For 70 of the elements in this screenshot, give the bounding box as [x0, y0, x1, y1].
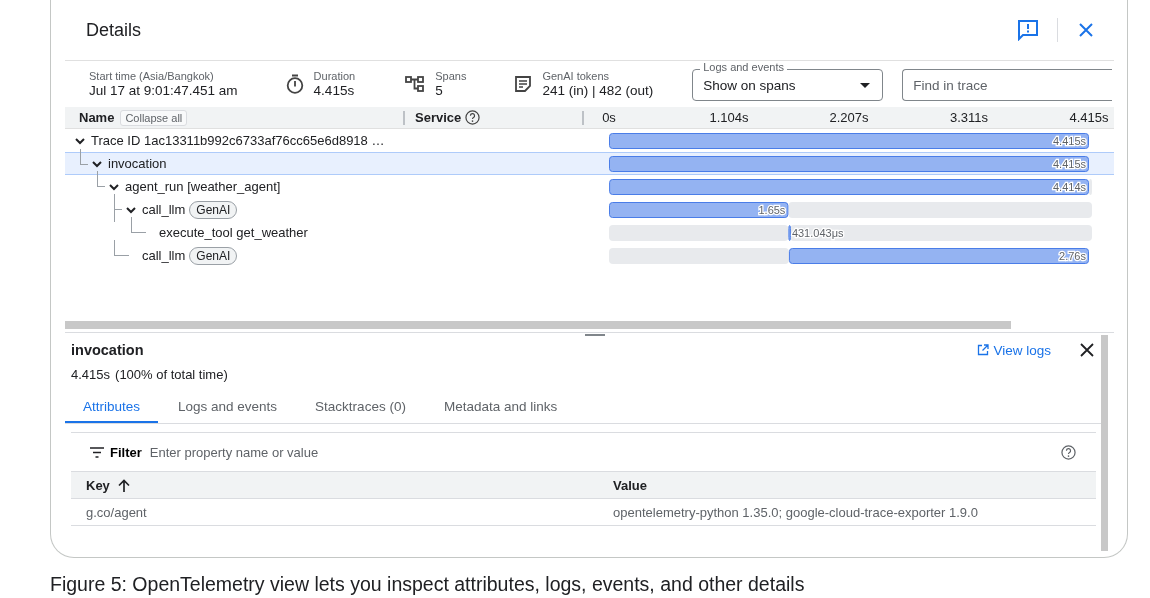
duration-label: 4.415s	[1052, 135, 1086, 147]
tree-line	[131, 217, 146, 233]
help-icon[interactable]	[465, 110, 481, 125]
vertical-scrollbar[interactable]	[1101, 335, 1108, 551]
tree-line	[80, 149, 88, 165]
filter-icon	[90, 446, 104, 458]
duration-label: 4.414s	[1052, 181, 1086, 193]
collapse-all-button[interactable]: Collapse all	[120, 109, 188, 126]
external-link-icon	[977, 344, 990, 356]
table-cell: opentelemetry-python 1.35.0; google-cloud-trace-exporter 1.9.0	[613, 504, 978, 520]
axis-tick-label: 4.415s	[1069, 110, 1109, 125]
span-bar[interactable]	[609, 179, 1089, 195]
span-tag: GenAI	[189, 200, 238, 219]
span-name[interactable]: Trace ID 1ac13311b992c6733af76cc65e6d8918 …	[91, 133, 385, 148]
axis-tick-label: 1.104s	[709, 110, 749, 125]
span-name[interactable]: call_llm	[142, 202, 186, 217]
span-tag: GenAI	[189, 246, 238, 265]
help-icon[interactable]	[1061, 444, 1076, 460]
filter-button[interactable]: Filter	[90, 444, 142, 460]
column-header[interactable]: Value	[613, 477, 647, 493]
tab[interactable]: Stacktraces (0)	[297, 391, 424, 423]
timeline-track	[1089, 179, 1092, 195]
axis-tick-label: 3.311s	[949, 110, 988, 125]
find-field[interactable]: Find in trace	[902, 69, 1113, 101]
column-header: Service	[415, 110, 462, 125]
summary-value: Jul 17 at 9:01:47.451 am	[89, 83, 238, 98]
tree-line	[97, 171, 105, 187]
span-name[interactable]: agent_run [weather_agent]	[125, 179, 281, 194]
resize-handle[interactable]	[585, 334, 605, 336]
summary-label: Spans	[435, 70, 467, 82]
span-bar[interactable]	[788, 225, 791, 241]
time-share: (100% of total time)	[115, 367, 228, 383]
summary-label: Start time (Asia/Bangkok)	[89, 70, 215, 82]
figure-caption: Figure 5: OpenTelemetry view lets you inspect attributes, logs, events, and other details	[50, 573, 805, 595]
duration-label: 4.415s	[1052, 158, 1086, 170]
duration-label: 1.65s	[758, 204, 786, 216]
span-name[interactable]: invocation	[108, 156, 167, 171]
summary-label: GenAI tokens	[542, 70, 611, 82]
span-bar[interactable]	[788, 248, 1089, 264]
duration-label: 431.043μs	[791, 227, 844, 239]
summary-value: 5	[435, 83, 444, 98]
summary-value: 4.415s	[313, 83, 356, 98]
dropdown-arrow-icon	[860, 82, 871, 88]
close-icon[interactable]	[1079, 342, 1095, 358]
view-logs-link[interactable]: View logs	[977, 342, 1051, 358]
table-cell: g.co/agent	[86, 504, 147, 520]
column-header: Name	[79, 110, 115, 125]
tab[interactable]: Attributes	[65, 391, 159, 423]
span-bar[interactable]	[609, 202, 789, 218]
tab[interactable]: Logs and events	[160, 391, 296, 423]
span-title: invocation	[71, 342, 145, 358]
note-icon	[514, 75, 533, 93]
span-name[interactable]: call_llm	[142, 248, 186, 263]
duration-label: 2.76s	[1059, 250, 1086, 262]
span-bar[interactable]	[609, 156, 1089, 172]
panel-title: Details	[86, 19, 143, 41]
axis-tick-label: 2.207s	[829, 110, 869, 125]
span-duration: 4.415s	[71, 367, 111, 383]
axis-tick-label: 0s	[602, 110, 616, 125]
column-header[interactable]: Key	[86, 477, 130, 493]
tab[interactable]: Metadata and links	[425, 391, 576, 423]
summary-label: Duration	[313, 70, 356, 82]
hierarchy-icon	[405, 75, 426, 93]
summary-value: 241 (in) | 482 (out)	[542, 83, 654, 98]
span-name[interactable]: execute_tool get_weather	[159, 225, 308, 240]
stopwatch-icon	[285, 74, 304, 94]
dropdown-label: Logs and events	[700, 61, 787, 73]
span-bar[interactable]	[609, 133, 1089, 149]
horizontal-scrollbar[interactable]	[65, 321, 1011, 329]
tree-line	[114, 240, 129, 256]
